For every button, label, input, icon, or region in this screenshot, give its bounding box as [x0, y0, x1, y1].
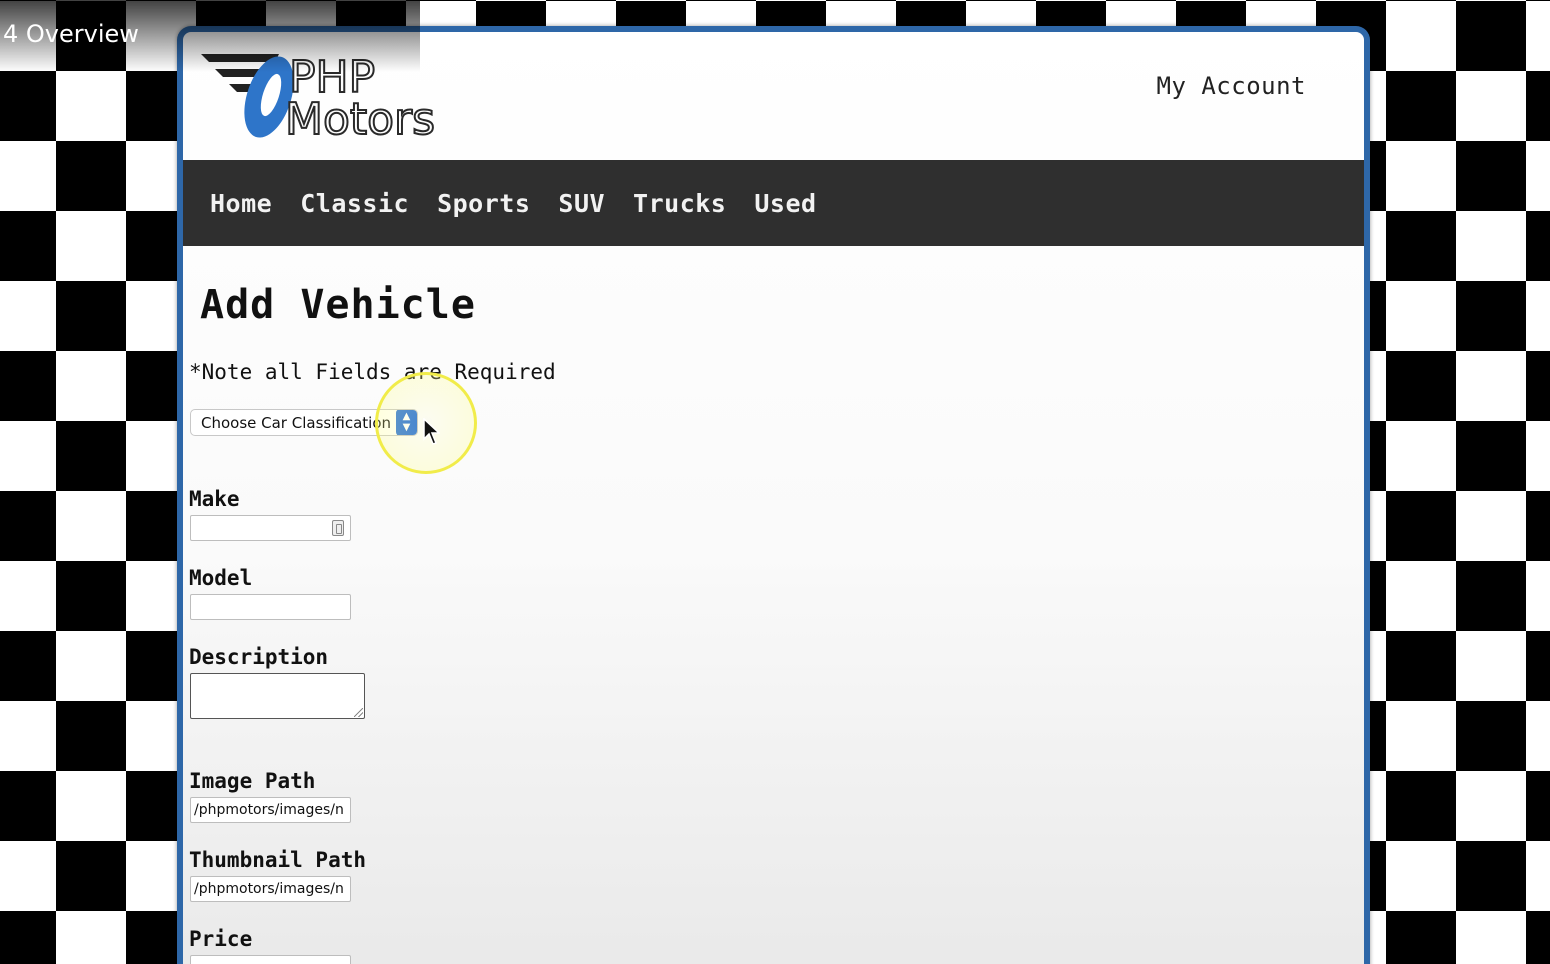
make-label: Make	[189, 487, 240, 511]
resize-grip-icon[interactable]	[354, 708, 363, 717]
nav-item-classic[interactable]: Classic	[300, 189, 409, 218]
nav-item-home[interactable]: Home	[210, 189, 272, 218]
image-path-value: /phpmotors/images/n	[194, 802, 344, 818]
make-input[interactable]	[190, 515, 351, 541]
nav-item-sports[interactable]: Sports	[437, 189, 530, 218]
nav-item-suv[interactable]: SUV	[558, 189, 605, 218]
page-frame: PHP Motors My Account Home Classic Sport…	[177, 26, 1370, 964]
description-textarea[interactable]	[190, 673, 365, 719]
nav-item-used[interactable]: Used	[754, 189, 816, 218]
thumbnail-path-input[interactable]: /phpmotors/images/n	[190, 876, 351, 902]
video-title-overlay: 4 Overview	[0, 0, 420, 72]
page-title: Add Vehicle	[200, 282, 476, 328]
thumbnail-path-label: Thumbnail Path	[189, 848, 367, 872]
classification-selected-value: Choose Car Classification	[201, 414, 391, 432]
my-account-link[interactable]: My Account	[1157, 72, 1307, 100]
image-path-input[interactable]: /phpmotors/images/n	[190, 797, 351, 823]
autofill-key-icon[interactable]	[332, 520, 344, 536]
logo-text-motors: Motors	[285, 94, 435, 140]
mouse-pointer-icon	[423, 418, 440, 445]
image-path-label: Image Path	[189, 769, 316, 793]
price-input[interactable]	[190, 955, 351, 964]
description-label: Description	[189, 645, 329, 669]
model-label: Model	[189, 566, 253, 590]
model-input[interactable]	[190, 594, 351, 620]
main-nav: Home Classic Sports SUV Trucks Used	[183, 160, 1364, 246]
nav-item-trucks[interactable]: Trucks	[633, 189, 726, 218]
required-note: *Note all Fields are Required	[189, 360, 556, 384]
video-title: 4 Overview	[3, 20, 139, 48]
thumbnail-path-value: /phpmotors/images/n	[194, 881, 344, 897]
price-label: Price	[189, 927, 253, 951]
